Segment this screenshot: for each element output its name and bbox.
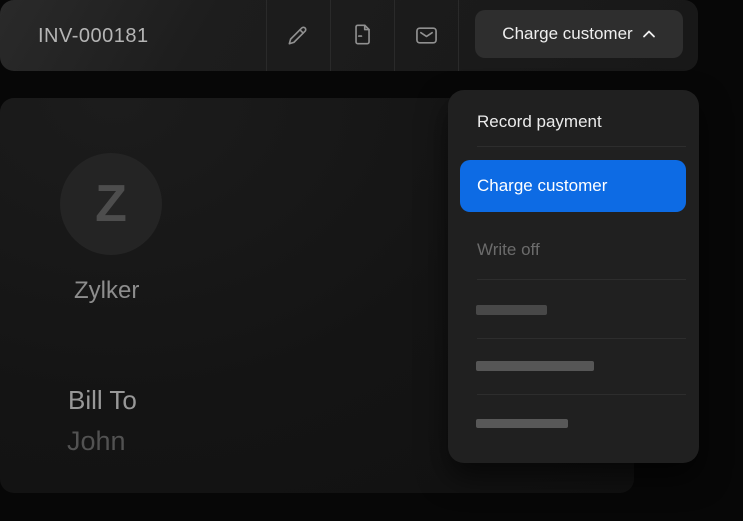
charge-button-label: Charge customer xyxy=(502,24,633,43)
charge-dropdown-menu: Record payment Charge customer Write off xyxy=(448,90,699,463)
charge-customer-dropdown-button[interactable]: Charge customer xyxy=(475,10,683,58)
document-button[interactable] xyxy=(340,13,384,57)
company-initial: Z xyxy=(95,175,127,233)
toolbar-divider xyxy=(266,0,267,71)
bill-to-name: John xyxy=(67,426,126,456)
menu-divider xyxy=(477,338,686,339)
toolbar-divider xyxy=(330,0,331,71)
redacted-menu-item xyxy=(476,305,547,315)
menu-item-record-payment[interactable]: Record payment xyxy=(477,108,677,136)
invoice-topbar: INV-000181 Charge customer xyxy=(0,0,698,71)
menu-divider xyxy=(477,279,686,280)
chevron-up-icon xyxy=(642,30,655,38)
invoice-number: INV-000181 xyxy=(38,25,149,47)
mail-icon xyxy=(415,26,437,44)
toolbar-divider xyxy=(394,0,395,71)
document-icon xyxy=(355,24,370,45)
menu-divider xyxy=(477,394,686,395)
redacted-menu-item xyxy=(476,419,568,428)
pencil-icon xyxy=(288,26,307,45)
bill-to-label: Bill To xyxy=(68,385,137,415)
toolbar-divider xyxy=(458,0,459,71)
invoice-page: INV-000181 Charge customer Z Zylker Bill… xyxy=(0,0,743,521)
redacted-menu-item xyxy=(476,361,594,371)
menu-item-write-off[interactable]: Write off xyxy=(477,236,677,264)
company-avatar: Z xyxy=(60,153,162,255)
menu-divider xyxy=(477,146,686,147)
company-name: Zylker xyxy=(74,277,140,304)
edit-invoice-button[interactable] xyxy=(276,13,320,57)
menu-item-charge-customer[interactable]: Charge customer xyxy=(460,160,686,212)
send-email-button[interactable] xyxy=(404,13,448,57)
